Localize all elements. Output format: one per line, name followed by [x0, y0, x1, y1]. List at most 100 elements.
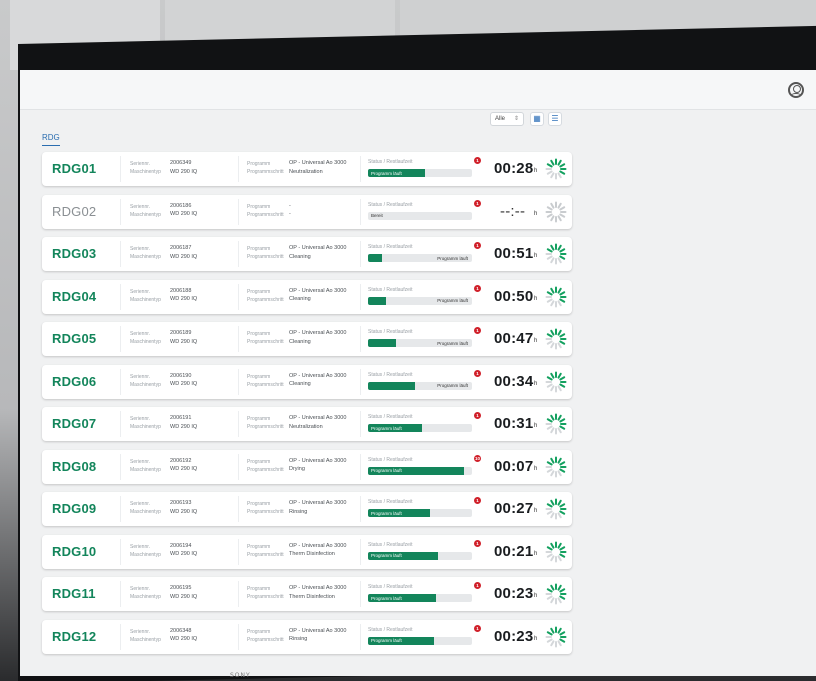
machine-type-value: WD 290 IQ: [170, 423, 198, 430]
status-text: Bereit: [371, 213, 383, 218]
step-label: Programmschritt: [247, 339, 284, 345]
serial-label: Seriennr.: [130, 246, 151, 252]
machine-name: RDG08: [52, 458, 97, 474]
app-header: [20, 70, 816, 110]
machine-type-value: WD 290 IQ: [170, 466, 198, 472]
tab-rdg[interactable]: RDG: [42, 133, 60, 146]
remaining-time: 00:51: [494, 245, 534, 262]
step-value: Cleaning: [289, 338, 311, 345]
error-badge[interactable]: 1: [474, 539, 481, 547]
status-text: Programm läuft: [437, 340, 468, 346]
program-label: Programm: [247, 501, 271, 507]
machine-row[interactable]: RDG10 Seriennr. Maschinentyp 2006194 WD 290 …: [42, 534, 572, 569]
loading-spinner-icon: [545, 583, 567, 605]
machine-list: RDG01 Seriennr. Maschinentyp 2006349 WD 290 …: [42, 152, 572, 662]
machine-name: RDG01: [52, 161, 97, 176]
program-value: OP - Universal Ao 3000: [289, 500, 347, 506]
divider: [120, 326, 121, 352]
machine-type-label: Maschinentyp: [130, 636, 161, 643]
machine-row[interactable]: RDG08 Seriennr. Maschinentyp 2006192 WD 290 …: [42, 449, 572, 484]
error-badge[interactable]: 10: [474, 454, 481, 462]
machine-type-label: Maschinentyp: [130, 339, 161, 345]
error-badge[interactable]: 1: [474, 327, 481, 334]
step-value: Cleaning: [289, 381, 311, 387]
status-text: Programm läuft: [371, 425, 402, 431]
error-badge[interactable]: 1: [474, 157, 481, 164]
machine-row[interactable]: RDG09 Seriennr. Maschinentyp 2006193 WD 290 …: [42, 492, 572, 526]
status-text: Programm läuft: [437, 255, 468, 261]
error-badge[interactable]: 1: [474, 284, 481, 292]
program-label: Programm: [247, 586, 271, 592]
serial-label: Seriennr.: [130, 628, 151, 635]
brand-logo: SONY: [230, 672, 251, 679]
list-view-icon[interactable]: ☰: [548, 112, 562, 126]
step-label: Programmschritt: [247, 254, 284, 260]
user-account-icon[interactable]: [788, 82, 804, 98]
serial-label: Seriennr.: [130, 331, 151, 337]
divider: [360, 411, 361, 437]
machine-row[interactable]: RDG07 Seriennr. Maschinentyp 2006191 WD 290 …: [42, 407, 572, 441]
machine-name: RDG09: [52, 501, 97, 516]
time-unit: h: [534, 635, 538, 642]
status-label: Status / Restlaufzeit: [368, 286, 413, 293]
step-value: Cleaning: [289, 253, 311, 260]
serial-value: 2006193: [170, 500, 192, 506]
machine-type-value: WD 290 IQ: [170, 636, 198, 642]
divider: [238, 496, 239, 522]
serial-value: 2006191: [170, 415, 192, 421]
step-value: Rinsing: [289, 508, 308, 515]
divider: [238, 581, 239, 607]
divider: [120, 411, 121, 437]
program-label: Programm: [247, 373, 271, 380]
remaining-time: 00:07: [494, 457, 534, 475]
machine-type-label: Maschinentyp: [130, 211, 161, 218]
machine-type-label: Maschinentyp: [130, 169, 161, 175]
error-badge[interactable]: 1: [474, 624, 481, 632]
remaining-time: 00:21: [494, 542, 534, 560]
program-value: OP - Universal Ao 3000: [289, 287, 347, 294]
divider: [120, 538, 121, 565]
progress-fill: [368, 296, 386, 305]
serial-value: 2006192: [170, 457, 192, 464]
grid-view-icon[interactable]: ▦: [530, 112, 544, 126]
status-label: Status / Restlaufzeit: [368, 244, 413, 250]
chevron-updown-icon: ⇕: [513, 116, 519, 122]
status-text: Programm läuft: [437, 298, 468, 303]
serial-label: Seriennr.: [130, 203, 151, 210]
error-badge[interactable]: 1: [474, 497, 481, 504]
step-label: Programmschritt: [247, 509, 284, 515]
machine-row[interactable]: RDG02 Seriennr. Maschinentyp 2006186 WD 290 …: [42, 194, 572, 229]
machine-row[interactable]: RDG04 Seriennr. Maschinentyp 2006188 WD 290 …: [42, 279, 572, 314]
progress-bar: Programm läuft: [368, 169, 472, 177]
remaining-time: 00:50: [494, 287, 534, 305]
step-label: Programmschritt: [247, 381, 284, 388]
machine-row[interactable]: RDG06 Seriennr. Maschinentyp 2006190 WD 290 …: [42, 364, 572, 399]
machine-row[interactable]: RDG03 Seriennr. Maschinentyp 2006187 WD 290 …: [42, 237, 572, 271]
machine-row[interactable]: RDG11 Seriennr. Maschinentyp 2006195 WD 290 …: [42, 577, 572, 611]
remaining-time: 00:31: [494, 415, 534, 432]
machine-row[interactable]: RDG05 Seriennr. Maschinentyp 2006189 WD 290 …: [42, 322, 572, 356]
machine-type-value: WD 290 IQ: [170, 211, 198, 217]
divider: [360, 326, 361, 352]
error-badge[interactable]: 1: [474, 412, 481, 419]
divider: [120, 623, 121, 650]
divider: [238, 538, 239, 565]
divider: [360, 156, 361, 182]
machine-type-label: Maschinentyp: [130, 551, 161, 558]
error-badge[interactable]: 1: [474, 242, 481, 249]
machine-row[interactable]: RDG12 Seriennr. Maschinentyp 2006348 WD 290 …: [42, 619, 572, 654]
error-badge[interactable]: 1: [474, 582, 481, 589]
time-unit: h: [534, 423, 538, 429]
program-label: Programm: [247, 203, 271, 210]
status-text: Programm läuft: [371, 468, 402, 473]
divider: [360, 283, 361, 310]
error-badge[interactable]: 1: [474, 369, 481, 377]
machine-row[interactable]: RDG01 Seriennr. Maschinentyp 2006349 WD 290 …: [42, 152, 572, 186]
error-badge[interactable]: 1: [474, 199, 481, 207]
divider: [120, 496, 121, 522]
filter-select[interactable]: Alle ⇕: [490, 112, 524, 126]
program-value: OP - Universal Ao 3000: [289, 330, 347, 336]
remaining-time: 00:47: [494, 330, 534, 347]
machine-type-value: WD 290 IQ: [170, 253, 198, 260]
step-label: Programmschritt: [247, 296, 284, 303]
